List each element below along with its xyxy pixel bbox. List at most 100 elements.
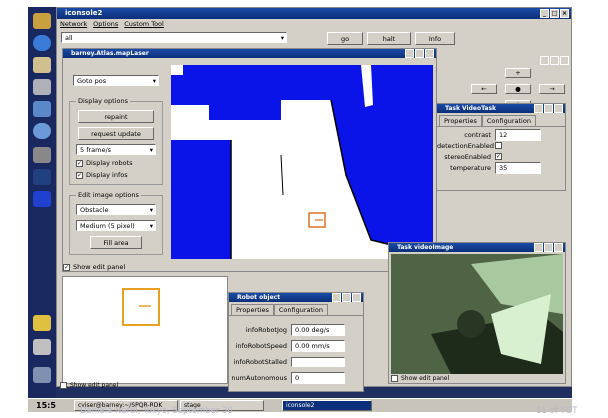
ro-close-icon[interactable] (352, 293, 361, 302)
mode-select[interactable]: Goto pos ▾ (73, 75, 159, 86)
mode-value: Goto pos (77, 77, 107, 85)
pad-minimize-icon[interactable] (540, 56, 549, 65)
left-button[interactable]: ← (471, 84, 497, 94)
request-update-button[interactable]: request update (78, 127, 154, 140)
prop-autonomous-field[interactable]: 0 (291, 372, 345, 384)
tab-configuration[interactable]: Configuration (273, 304, 328, 315)
laser-map[interactable] (171, 65, 433, 259)
pad-maximize-icon[interactable] (550, 56, 559, 65)
terminal-icon[interactable] (33, 79, 51, 95)
detection-checkbox[interactable] (495, 142, 502, 149)
prop-jog-field[interactable]: 0.00 deg/s (291, 324, 345, 336)
maximize-icon[interactable]: □ (550, 9, 559, 18)
robot-preview (122, 288, 160, 326)
show-edit-panel-label: Show edit panel (73, 263, 126, 271)
prop-row: temperature 35 (437, 161, 565, 174)
prop-row: infoRobotJog 0.00 deg/s (229, 322, 363, 338)
map-minimize-icon[interactable] (405, 49, 414, 58)
video-image-titlebar[interactable]: Task videoImage (389, 243, 565, 252)
vi-maximize-icon[interactable] (544, 243, 553, 252)
map-maximize-icon[interactable] (415, 49, 424, 58)
checkbox-icon: ✓ (76, 171, 83, 179)
robot-object-title: Robot object (237, 294, 281, 301)
go-button[interactable]: go (327, 32, 363, 45)
video-task-title: Task VideoTask (445, 105, 497, 112)
menu-network[interactable]: Network (60, 20, 87, 28)
vi-close-icon[interactable] (554, 243, 563, 252)
person-head (457, 310, 485, 338)
map-titlebar[interactable]: barney.Atlas.mapLaser (63, 49, 436, 58)
video-show-edit-checkbox[interactable]: Show edit panel (391, 375, 449, 382)
video-image-window: Task videoImage Show edit panel (388, 242, 566, 384)
minimize-icon[interactable]: _ (540, 9, 549, 18)
lock-icon[interactable] (33, 315, 51, 331)
show-edit-panel-bottom-checkbox[interactable]: Show edit panel (60, 382, 118, 389)
command-value: all (65, 34, 73, 42)
info-button[interactable]: Info (415, 32, 455, 45)
repaint-button[interactable]: repaint (78, 110, 154, 123)
prop-label: infoRobotJog (245, 326, 287, 334)
ro-minimize-icon[interactable] (332, 293, 341, 302)
home-icon[interactable] (33, 13, 51, 29)
files-icon[interactable] (33, 367, 51, 383)
trash-icon[interactable] (33, 339, 51, 355)
tab-configuration[interactable]: Configuration (481, 115, 536, 126)
pager-icon[interactable] (33, 169, 51, 185)
forward-button[interactable]: + (505, 68, 531, 78)
display-robots-checkbox[interactable]: ✓ Display robots (76, 159, 133, 167)
prop-temperature-field[interactable]: 35 (495, 161, 541, 174)
iconsole-titlebar[interactable]: iconsole2 _ □ × (57, 8, 571, 19)
printer-icon[interactable] (33, 147, 51, 163)
prop-speed-field[interactable]: 0.00 mm/s (291, 340, 345, 352)
pen-size-select[interactable]: Medium (5 pixel) ▾ (76, 220, 156, 231)
display-options-title: Display options (76, 97, 130, 105)
camera-image (391, 254, 563, 374)
map-window: barney.Atlas.mapLaser Goto pos ▾ Display … (62, 48, 437, 272)
checkbox-icon: ✓ (76, 159, 83, 167)
vt-maximize-icon[interactable] (544, 104, 553, 113)
menu-options[interactable]: Options (93, 20, 118, 28)
prop-row: detectionEnabled (437, 140, 565, 151)
vt-close-icon[interactable] (554, 104, 563, 113)
vi-minimize-icon[interactable] (534, 243, 543, 252)
display-infos-checkbox[interactable]: ✓ Display infos (76, 171, 128, 179)
close-icon[interactable]: × (560, 9, 569, 18)
prop-contrast-field[interactable]: 12 (495, 128, 541, 141)
video-image-title: Task videoImage (397, 244, 454, 251)
show-edit-panel-checkbox[interactable]: ✓ Show edit panel (63, 263, 125, 271)
workspace-icon[interactable] (33, 191, 51, 207)
command-select[interactable]: all ▾ (61, 32, 287, 43)
prop-row: numAutonomous 0 (229, 370, 363, 386)
settings-icon[interactable] (33, 123, 51, 139)
vt-minimize-icon[interactable] (534, 104, 543, 113)
halt-button[interactable]: halt (367, 32, 411, 45)
ro-maximize-icon[interactable] (342, 293, 351, 302)
right-button[interactable]: → (539, 84, 565, 94)
robot-object-props: infoRobotJog 0.00 deg/s infoRobotSpeed 0.0… (229, 315, 363, 386)
monitor-icon[interactable] (33, 101, 51, 117)
tab-properties[interactable]: Properties (439, 115, 482, 126)
menu-custom-tool[interactable]: Custom Tool (124, 20, 164, 28)
stereo-checkbox[interactable]: ✓ (495, 153, 502, 160)
globe-icon[interactable] (33, 35, 51, 51)
edit-image-group: Edit image options Obstacle ▾ Medium (5 p… (69, 191, 163, 255)
tab-properties[interactable]: Properties (231, 304, 274, 315)
edit-panel-svg (122, 288, 160, 326)
video-task-titlebar[interactable]: Task VideoTask (437, 104, 565, 113)
fill-area-button[interactable]: Fill area (90, 236, 142, 249)
map-svg (171, 65, 433, 259)
pad-close-icon[interactable] (560, 56, 569, 65)
robot-object-titlebar[interactable]: Robot object (229, 293, 363, 302)
obstacle-select[interactable]: Obstacle ▾ (76, 204, 156, 215)
map-close-icon[interactable] (425, 49, 434, 58)
prop-stalled-field[interactable] (291, 357, 345, 367)
rate-select[interactable]: 5 frame/s ▾ (76, 144, 156, 155)
map-title: barney.Atlas.mapLaser (71, 50, 149, 57)
video-show-edit-label: Show edit panel (401, 375, 450, 382)
mail-icon[interactable] (33, 57, 51, 73)
free-space (171, 100, 433, 259)
robot-object-tabs: Properties Configuration (229, 302, 363, 315)
prop-row: infoRobotStalled (229, 354, 363, 370)
edit-panel-canvas[interactable] (62, 276, 228, 384)
stop-button[interactable]: ● (505, 84, 531, 94)
